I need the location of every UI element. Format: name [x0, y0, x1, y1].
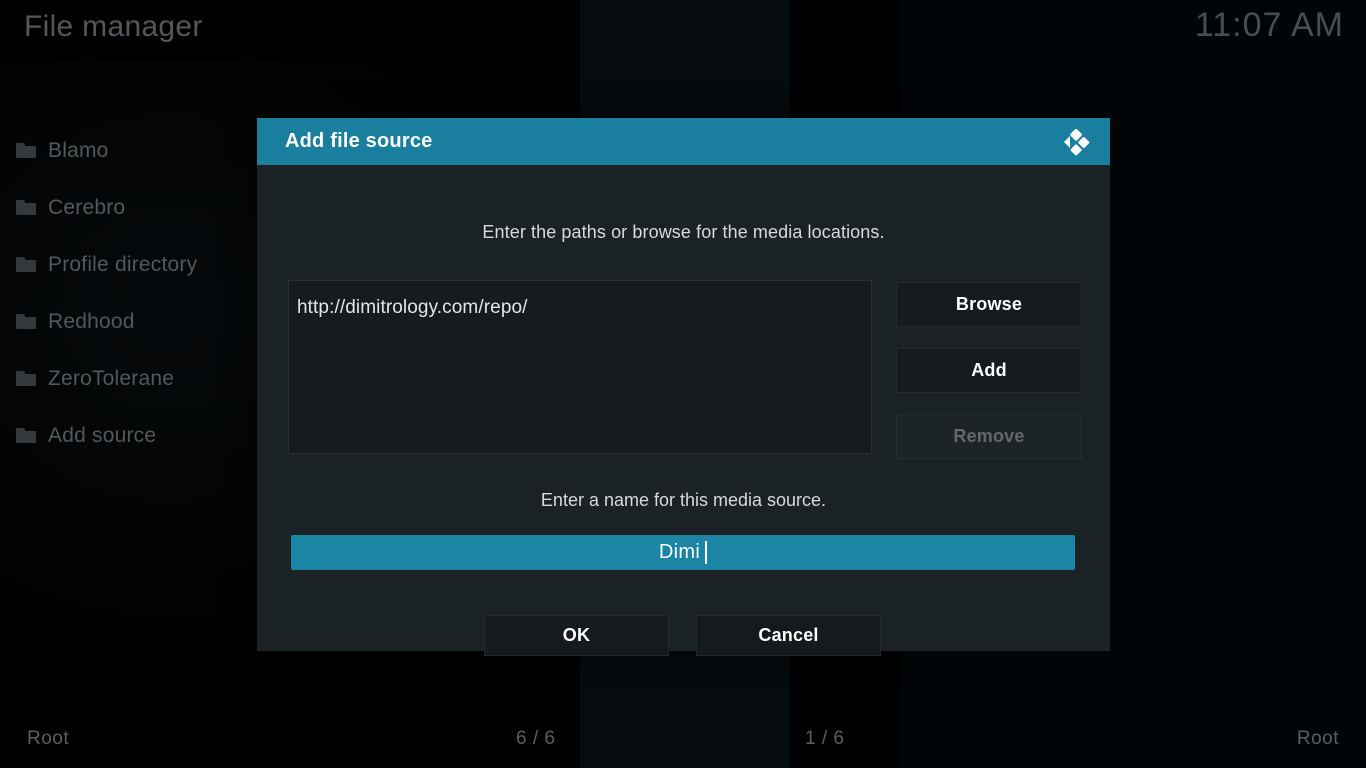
sidebar-item-add-source[interactable]: Add source	[0, 407, 270, 464]
kodi-logo-icon	[1056, 127, 1090, 157]
dialog-body: Enter the paths or browse for the media …	[257, 165, 1110, 651]
sidebar-item-blamo[interactable]: Blamo	[0, 122, 270, 179]
folder-icon	[16, 314, 36, 329]
folder-icon	[16, 200, 36, 215]
source-name-input[interactable]: Dimi	[291, 535, 1075, 570]
sidebar-item-profile-directory[interactable]: Profile directory	[0, 236, 270, 293]
add-file-source-dialog: Add file source Enter the paths or brows…	[257, 118, 1110, 651]
file-source-list: Blamo Cerebro Profile directory Redhood …	[0, 122, 270, 464]
status-root-right: Root	[1297, 728, 1339, 750]
sidebar-item-zerotolerane[interactable]: ZeroTolerane	[0, 350, 270, 407]
ok-button[interactable]: OK	[484, 615, 669, 656]
remove-button: Remove	[896, 414, 1082, 459]
folder-icon	[16, 143, 36, 158]
sidebar-item-label: Blamo	[48, 139, 109, 163]
sidebar-item-label: ZeroTolerane	[48, 367, 174, 391]
status-root-left: Root	[27, 728, 69, 750]
dialog-header: Add file source	[257, 118, 1110, 165]
status-bar: Root 6 / 6 1 / 6 Root	[0, 712, 1366, 768]
page-title: File manager	[24, 10, 203, 44]
folder-icon	[16, 428, 36, 443]
paths-hint-label: Enter the paths or browse for the media …	[257, 222, 1110, 243]
dialog-title: Add file source	[285, 130, 432, 153]
sidebar-item-label: Cerebro	[48, 196, 125, 220]
browse-button[interactable]: Browse	[896, 282, 1082, 327]
sidebar-item-cerebro[interactable]: Cerebro	[0, 179, 270, 236]
folder-icon	[16, 257, 36, 272]
name-hint-label: Enter a name for this media source.	[257, 490, 1110, 511]
add-button[interactable]: Add	[896, 348, 1082, 393]
kodi-file-manager-screen: File manager 11:07 AM Blamo Cerebro Prof…	[0, 0, 1366, 768]
sidebar-item-label: Redhood	[48, 310, 135, 334]
folder-icon	[16, 371, 36, 386]
clock: 11:07 AM	[1195, 6, 1344, 45]
status-count-right: 1 / 6	[805, 728, 844, 750]
path-entry-value: http://dimitrology.com/repo/	[297, 297, 871, 319]
status-count-left: 6 / 6	[516, 728, 555, 750]
sidebar-item-label: Add source	[48, 424, 156, 448]
path-list-input[interactable]: http://dimitrology.com/repo/	[288, 280, 872, 454]
text-caret	[705, 541, 707, 564]
source-name-value: Dimi	[659, 541, 700, 564]
sidebar-item-label: Profile directory	[48, 253, 197, 277]
sidebar-item-redhood[interactable]: Redhood	[0, 293, 270, 350]
cancel-button[interactable]: Cancel	[696, 615, 881, 656]
